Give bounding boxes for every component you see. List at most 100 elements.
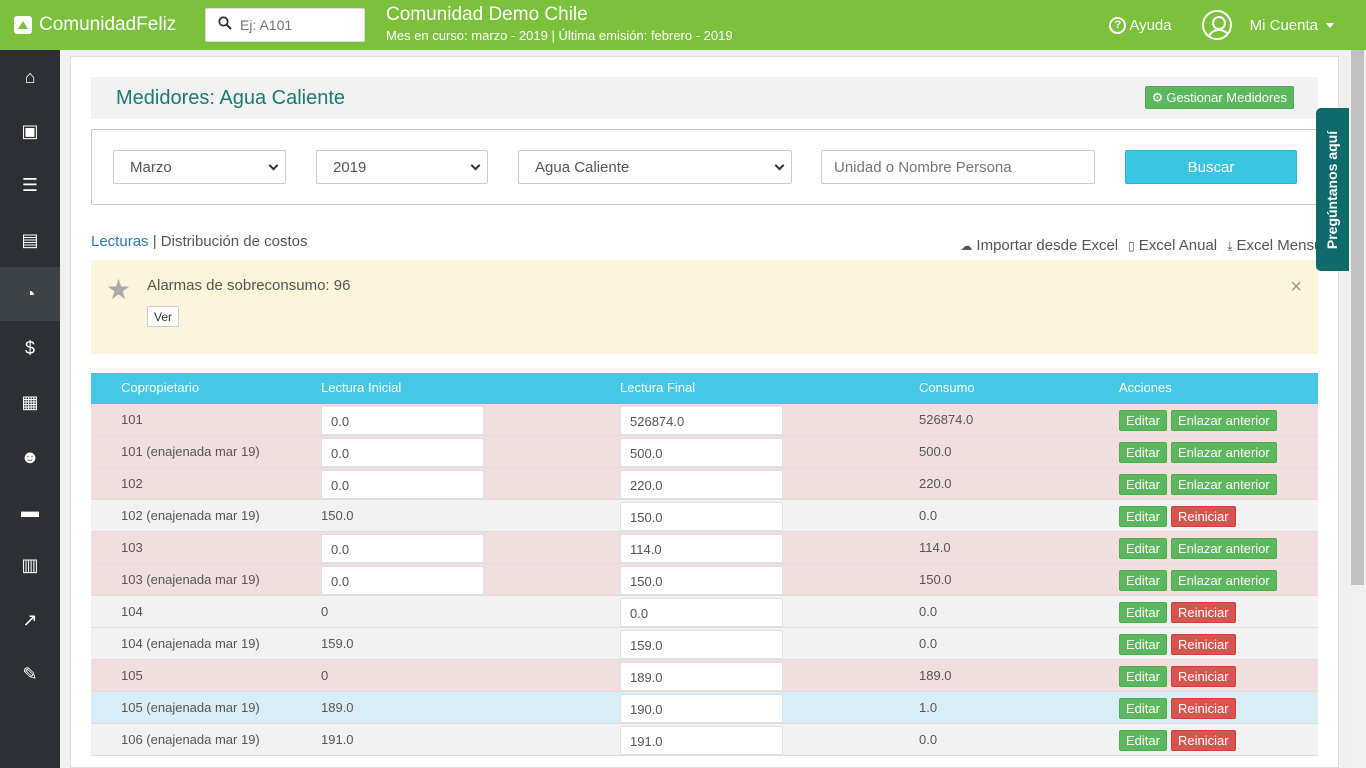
final-reading-input[interactable]: 150.0 (620, 566, 783, 595)
final-reading-input[interactable]: 114.0 (620, 534, 783, 563)
initial-reading-cell: 0 (321, 668, 329, 683)
consumption-cell: 150.0 (919, 572, 952, 587)
header-actions: Acciones (1119, 380, 1172, 395)
money-icon: ▣ (21, 120, 39, 141)
initial-reading-input[interactable]: 0.0 (321, 406, 484, 435)
table-header: Copropietario Lectura Inicial Lectura Fi… (91, 373, 1318, 404)
sidebar-item-building[interactable]: ▥ (0, 539, 60, 593)
final-reading-input[interactable]: 220.0 (620, 470, 783, 499)
scrollbar-thumb[interactable] (1351, 50, 1364, 585)
import-excel-link[interactable]: ☁ Importar desde Excel (960, 237, 1118, 254)
help-link[interactable]: ? Ayuda (1109, 16, 1172, 34)
sidebar-item-briefcase[interactable]: ▬ (0, 484, 60, 538)
meter-type-select[interactable]: Agua Caliente (518, 150, 792, 184)
year-select[interactable]: 2019 (316, 150, 488, 184)
link-previous-button[interactable]: Enlazar anterior (1170, 570, 1277, 591)
edit-button[interactable]: Editar (1119, 538, 1167, 559)
final-reading-input[interactable]: 150.0 (620, 502, 783, 531)
reset-button[interactable]: Reiniciar (1170, 634, 1236, 655)
edit-button[interactable]: Editar (1119, 602, 1167, 623)
sidebar-item-money[interactable]: ▣ (0, 104, 60, 158)
close-icon[interactable]: × (1290, 276, 1302, 299)
chevron-down-icon (470, 160, 481, 170)
final-reading-input[interactable]: 0.0 (620, 598, 783, 627)
edit-button[interactable]: Editar (1119, 570, 1167, 591)
sidebar-item-wrench[interactable]: ✎ (0, 647, 60, 701)
book-icon: ▤ (21, 229, 39, 250)
search-button[interactable]: Buscar (1125, 150, 1297, 184)
final-reading-input[interactable]: 159.0 (620, 630, 783, 659)
link-previous-button[interactable]: Enlazar anterior (1170, 442, 1277, 463)
avatar[interactable] (1201, 10, 1232, 40)
initial-reading-input[interactable]: 0.0 (321, 534, 484, 563)
edit-button[interactable]: Editar (1119, 410, 1167, 431)
edit-button[interactable]: Editar (1119, 506, 1167, 527)
tab-lecturas[interactable]: Lecturas (91, 233, 149, 250)
edit-button[interactable]: Editar (1119, 666, 1167, 687)
reset-button[interactable]: Reiniciar (1170, 506, 1236, 527)
month-select[interactable]: Marzo (113, 150, 286, 184)
export-actions: ☁ Importar desde Excel ▯ Excel Anual ⤓ Exce… (960, 237, 1334, 254)
edit-button[interactable]: Editar (1119, 698, 1167, 719)
row-actions: Editar Enlazar anterior (1119, 570, 1277, 591)
sidebar-item-book[interactable]: ▤ (0, 213, 60, 267)
scrollbar[interactable] (1349, 50, 1366, 768)
final-reading-input[interactable]: 190.0 (620, 694, 783, 723)
table-row: 104 (enajenada mar 19) 159.0 159.0 0.0 Edita… (91, 628, 1318, 660)
logo-text: ComunidadFeliz (39, 14, 177, 35)
month-value: Marzo (130, 158, 172, 176)
link-previous-button[interactable]: Enlazar anterior (1170, 474, 1277, 495)
link-previous-button[interactable]: Enlazar anterior (1170, 410, 1277, 431)
community-period: Mes en curso: marzo - 2019 | Última emis… (386, 28, 733, 43)
link-previous-button[interactable]: Enlazar anterior (1170, 538, 1277, 559)
sidebar-item-home[interactable]: ⌂ (0, 50, 60, 104)
logo[interactable]: ComunidadFeliz (14, 12, 176, 38)
person-search-input[interactable] (821, 150, 1095, 184)
tab-distribucion[interactable]: Distribución de costos (161, 233, 308, 250)
final-reading-input[interactable]: 189.0 (620, 662, 783, 691)
reset-button[interactable]: Reiniciar (1170, 666, 1236, 687)
final-reading-input[interactable]: 500.0 (620, 438, 783, 467)
final-reading-input[interactable]: 191.0 (620, 726, 783, 755)
reset-button[interactable]: Reiniciar (1170, 698, 1236, 719)
initial-reading-input[interactable]: 0.0 (321, 438, 484, 467)
question-icon: ? (1109, 16, 1127, 34)
edit-button[interactable]: Editar (1119, 442, 1167, 463)
help-label: Ayuda (1129, 16, 1172, 34)
sidebar-item-users[interactable]: ☻ (0, 430, 60, 484)
edit-button[interactable]: Editar (1119, 730, 1167, 751)
edit-button[interactable]: Editar (1119, 474, 1167, 495)
table-row: 105 (enajenada mar 19) 189.0 190.0 1.0 Edita… (91, 692, 1318, 724)
initial-reading-input[interactable]: 0.0 (321, 470, 484, 499)
sidebar-item-chart[interactable]: ↗ (0, 593, 60, 647)
sidebar-item-dollar[interactable]: $ (0, 321, 60, 375)
feedback-tab[interactable]: Pregúntanos aquí (1316, 108, 1349, 271)
initial-reading-input[interactable]: 0.0 (321, 566, 484, 595)
tab-separator: | (148, 233, 161, 250)
owner-cell: 104 (enajenada mar 19) (121, 636, 260, 651)
view-alarms-button[interactable]: Ver (147, 306, 180, 327)
import-excel-label: Importar desde Excel (976, 237, 1119, 254)
search-box[interactable] (205, 8, 365, 42)
view-tabs: Lecturas | Distribución de costos (91, 233, 308, 250)
table-row: 102 0.0 220.0 220.0 Editar Enlazar anterior (91, 468, 1318, 500)
account-menu[interactable]: Mi Cuenta (1250, 17, 1334, 34)
sidebar-item-document[interactable]: ☰ (0, 159, 60, 213)
header-owner: Copropietario (121, 380, 200, 395)
excel-annual-link[interactable]: ▯ Excel Anual (1128, 237, 1217, 254)
table-row: 105 0 189.0 189.0 Editar Reiniciar (91, 660, 1318, 692)
search-input[interactable] (240, 17, 350, 33)
reset-button[interactable]: Reiniciar (1170, 730, 1236, 751)
gear-icon: ⚙ (1151, 89, 1164, 105)
account-label: Mi Cuenta (1249, 16, 1318, 34)
document-icon: ☰ (21, 175, 39, 196)
consumption-cell: 0.0 (919, 508, 938, 523)
sidebar-item-calculator[interactable]: ▦ (0, 376, 60, 430)
owner-cell: 105 (121, 668, 143, 683)
star-icon: ★ (106, 274, 132, 305)
edit-button[interactable]: Editar (1119, 634, 1167, 655)
final-reading-input[interactable]: 526874.0 (620, 406, 783, 435)
reset-button[interactable]: Reiniciar (1170, 602, 1236, 623)
sidebar-item-dashboard[interactable]: ◔ (0, 267, 60, 322)
manage-meters-button[interactable]: ⚙ Gestionar Medidores (1144, 86, 1294, 109)
